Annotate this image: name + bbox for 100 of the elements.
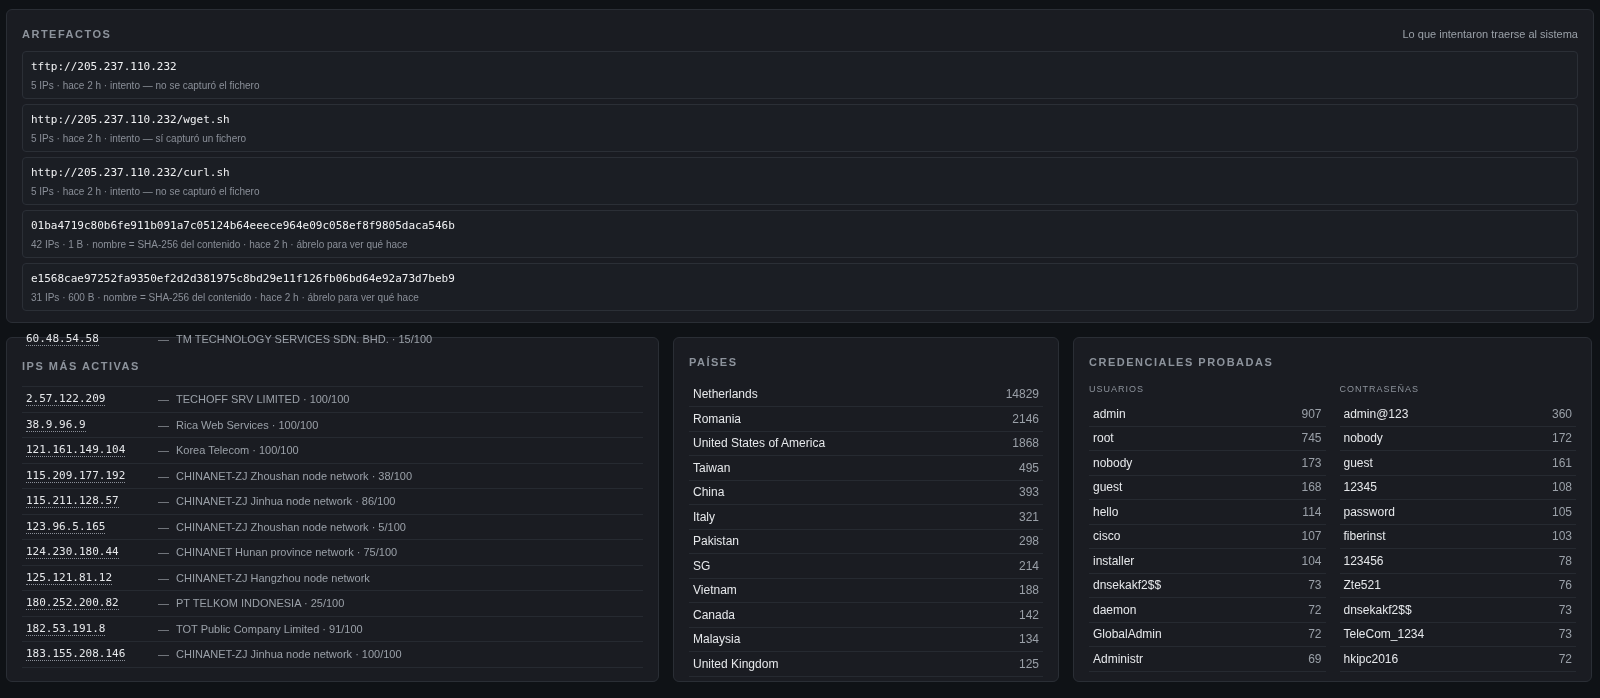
row-label: fiberinst — [1343, 528, 1386, 546]
row-label: guest — [1093, 479, 1123, 497]
row-label: 12345 — [1343, 479, 1377, 497]
ip-owner-info: TECHOFF SRV LIMITED · 100/100 — [176, 392, 350, 407]
ip-owner-info: Korea Telecom · 100/100 — [176, 443, 299, 458]
row-count: 393 — [1018, 484, 1039, 502]
artifact-name: http://205.237.110.232/curl.sh — [31, 164, 231, 181]
row-count: 2146 — [1012, 410, 1039, 428]
row-count: 172 — [1551, 430, 1572, 448]
row-count: 745 — [1301, 430, 1322, 448]
row-label: hello — [1093, 503, 1119, 521]
dash-separator: — — [158, 443, 170, 458]
ip-owner-info: CHINANET-ZJ Zhoushan node network · 38/100 — [176, 468, 412, 484]
row-count: 134 — [1018, 631, 1039, 649]
artifact-meta: 31 IPs · 600 B · nombre = SHA-256 del contenido · hace 2 h · ábrelo para ver qué hace — [31, 291, 420, 305]
row-count: 72 — [1308, 601, 1322, 619]
row-count: 108 — [1551, 479, 1572, 497]
row-count: 188 — [1018, 582, 1039, 600]
row-count: 72 — [1558, 650, 1572, 668]
ip-address[interactable]: 125.121.81.12 — [26, 569, 158, 586]
row-count: 105 — [1551, 503, 1572, 521]
row-label: admin@123 — [1343, 405, 1409, 423]
artifact-card[interactable]: http://205.237.110.232/curl.sh 5 IPs · hace 2 h · intento — no se capturó el fichero — [22, 156, 1578, 205]
row-count: 73 — [1558, 626, 1572, 644]
row-count: 73 — [1558, 601, 1572, 619]
row-label: guest — [1343, 454, 1373, 472]
row-count: 72 — [1308, 626, 1322, 644]
row-count: 114 — [1302, 503, 1322, 521]
ip-address[interactable]: 2.57.122.209 — [26, 391, 158, 408]
row-count: 173 — [1301, 454, 1322, 472]
ip-owner-info: CHINANET-ZJ Zhoushan node network · 5/100 — [176, 519, 406, 535]
dash-separator: — — [158, 519, 170, 535]
artifact-card[interactable]: http://205.237.110.232/wget.sh 5 IPs · hace 2 h · intento — sí capturó un fichero — [22, 103, 1578, 152]
panel-title: CREDENCIALES PROBADAS — [1089, 355, 1275, 370]
row-label: admin — [1093, 405, 1126, 423]
dash-separator: — — [158, 494, 170, 509]
row-count: 107 — [1301, 528, 1322, 546]
artifact-meta: 5 IPs · hace 2 h · intento — sí capturó un fichero — [31, 132, 248, 146]
row-count: 907 — [1301, 405, 1322, 423]
artifact-meta: 5 IPs · hace 2 h · intento — no se capturó el fichero — [31, 79, 261, 93]
dash-separator: — — [158, 545, 170, 560]
ip-address[interactable]: 115.211.128.57 — [26, 493, 158, 510]
row-count: 360 — [1551, 405, 1572, 423]
row-label: Canada — [693, 606, 736, 624]
row-label: United States of America — [693, 435, 826, 453]
row-count: 214 — [1018, 557, 1039, 575]
ip-owner-info: CHINANET-ZJ Jinhua node network · 100/100 — [176, 647, 402, 662]
ip-owner-info: Rica Web Services · 100/100 — [176, 417, 319, 433]
row-label: hkipc2016 — [1343, 650, 1399, 668]
panel-title: ARTEFACTOS — [22, 27, 112, 42]
row-count: 73 — [1308, 577, 1322, 595]
row-count: 103 — [1551, 528, 1572, 546]
artifact-meta: 5 IPs · hace 2 h · intento — no se capturó el fichero — [31, 185, 261, 199]
ip-address[interactable]: 183.155.208.146 — [26, 646, 158, 663]
ip-address[interactable]: 124.230.180.44 — [26, 544, 158, 561]
dash-separator: — — [158, 621, 170, 637]
artifact-meta: 42 IPs · 1 B · nombre = SHA-256 del contenido · hace 2 h · ábrelo para ver qué hace — [31, 238, 409, 252]
row-label: Pakistan — [693, 533, 740, 551]
row-label: Vietnam — [693, 582, 737, 600]
row-label: nobody — [1343, 430, 1383, 448]
row-count: 76 — [1558, 577, 1572, 595]
ip-address[interactable]: 180.252.200.82 — [26, 595, 158, 612]
row-label: cisco — [1093, 528, 1121, 546]
row-count: 1868 — [1012, 435, 1039, 453]
row-label: GlobalAdmin — [1093, 626, 1162, 644]
ip-address[interactable]: 38.9.96.9 — [26, 416, 158, 433]
dash-separator: — — [158, 417, 170, 433]
row-count: 321 — [1018, 508, 1039, 526]
artifact-card[interactable]: tftp://205.237.110.232 5 IPs · hace 2 h · intento — no se capturó el fichero — [22, 50, 1578, 99]
ip-address[interactable]: 115.209.177.192 — [26, 467, 158, 484]
row-count: 78 — [1558, 552, 1572, 570]
row-label: daemon — [1093, 601, 1137, 619]
row-label: China — [693, 484, 725, 502]
ip-owner-info: CHINANET-ZJ Hangzhou node network — [176, 570, 370, 586]
column-title: USUARIOS — [1089, 382, 1145, 396]
ip-address[interactable]: 123.96.5.165 — [26, 518, 158, 535]
column-title: CONTRASEÑAS — [1339, 382, 1420, 396]
row-count: 161 — [1551, 454, 1572, 472]
artifact-name: tftp://205.237.110.232 — [31, 58, 178, 75]
row-label: Taiwan — [693, 459, 731, 477]
artifact-card[interactable]: 01ba4719c80b6fe911b091a7c05124b64eeece964e09c058ef8f9805daca546b 42 IPs · 1 B · nombre = SHA-256 del contenido · hace 2 h · ábrelo para ver qué hace — [22, 209, 1578, 258]
dash-separator: — — [158, 392, 170, 407]
row-count: 142 — [1018, 606, 1039, 624]
row-label: Malaysia — [693, 631, 741, 649]
row-count: 125 — [1018, 655, 1039, 673]
artifact-card[interactable]: e1568cae97252fa9350ef2d2d381975c8bd29e11f126fb06bd64e92a73d7beb9 31 IPs · 600 B · nombre = SHA-256 del contenido · hace 2 h · ábrelo para ver qué hace — [22, 262, 1578, 311]
ip-address[interactable]: 121.161.149.104 — [26, 442, 158, 459]
panel-title: PAÍSES — [689, 355, 739, 370]
dash-separator: — — [158, 570, 170, 586]
ip-owner-info: TOT Public Company Limited · 91/100 — [176, 621, 363, 637]
row-count: 168 — [1301, 479, 1322, 497]
row-label: Italy — [693, 508, 715, 526]
dash-separator: — — [158, 468, 170, 484]
row-label: Romania — [693, 410, 742, 428]
row-label: password — [1343, 503, 1395, 521]
ip-address[interactable]: 182.53.191.8 — [26, 620, 158, 637]
artifact-name: e1568cae97252fa9350ef2d2d381975c8bd29e11f126fb06bd64e92a73d7beb9 — [31, 270, 456, 287]
ip-address[interactable]: 60.48.54.58 — [26, 330, 158, 347]
ip-owner-info: PT TELKOM INDONESIA · 25/100 — [176, 596, 345, 611]
ip-owner-info: CHINANET-ZJ Jinhua node network · 86/100 — [176, 494, 396, 509]
